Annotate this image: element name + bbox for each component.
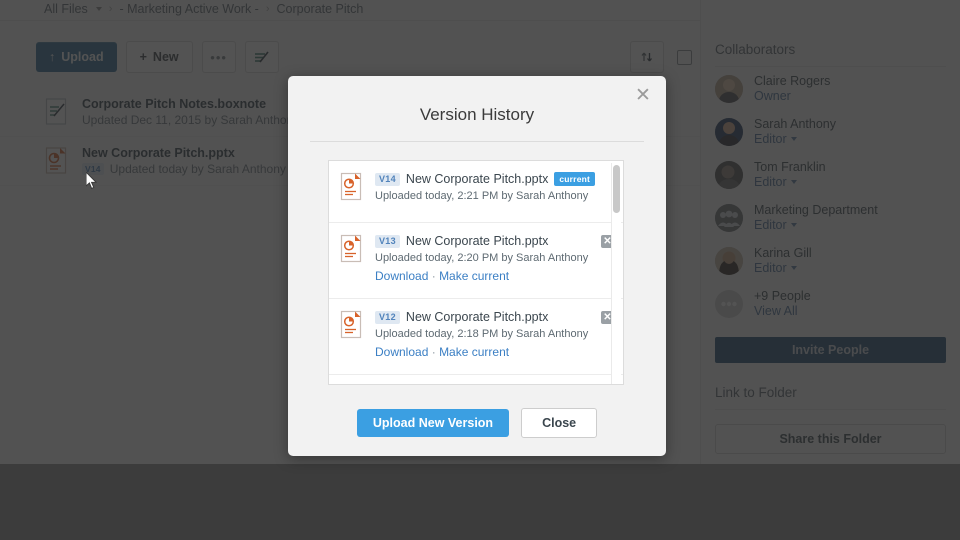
dialog-title-divider: [310, 141, 644, 142]
version-list-scrollbar-thumb[interactable]: [613, 165, 620, 213]
make-current-link[interactable]: Make current: [439, 345, 509, 359]
version-list-item[interactable]: V14 New Corporate Pitch.pptx current Upl…: [329, 161, 623, 223]
dialog-footer: Upload New Version Close: [288, 390, 666, 456]
version-badge: V14: [375, 172, 400, 186]
download-link[interactable]: Download: [375, 269, 428, 283]
version-headline: V14 New Corporate Pitch.pptx current: [375, 172, 613, 186]
close-button[interactable]: Close: [521, 408, 598, 438]
version-history-dialog: ✕ Version History V14 New Corporate Pitc…: [288, 76, 666, 456]
version-headline: V12 New Corporate Pitch.pptx: [375, 310, 613, 324]
mouse-cursor: [86, 172, 98, 190]
version-body: V14 New Corporate Pitch.pptx current Upl…: [375, 172, 613, 211]
version-headline: V13 New Corporate Pitch.pptx: [375, 234, 613, 248]
version-actions: Download · Make current: [375, 269, 613, 283]
powerpoint-file-icon: [339, 234, 365, 266]
version-uploaded-text: Uploaded today, 2:18 PM by Sarah Anthony: [375, 328, 589, 340]
version-list-item[interactable]: V13 New Corporate Pitch.pptx Uploaded to…: [329, 223, 623, 299]
action-separator: ·: [431, 345, 436, 359]
screen: All Files › - Marketing Active Work - › …: [0, 0, 960, 540]
version-body: V13 New Corporate Pitch.pptx Uploaded to…: [375, 234, 613, 287]
version-list[interactable]: V14 New Corporate Pitch.pptx current Upl…: [328, 160, 624, 385]
powerpoint-file-icon: [339, 310, 365, 342]
version-uploaded-text: Uploaded today, 2:21 PM by Sarah Anthony: [375, 190, 589, 202]
version-list-item-partial[interactable]: ✕: [329, 375, 623, 384]
current-badge: current: [554, 172, 596, 186]
bottom-band: [0, 464, 960, 540]
version-uploaded-text: Uploaded today, 2:20 PM by Sarah Anthony: [375, 252, 589, 264]
download-link[interactable]: Download: [375, 345, 428, 359]
version-badge: V12: [375, 310, 400, 324]
action-separator: ·: [431, 269, 436, 283]
version-file-name: New Corporate Pitch.pptx: [405, 172, 549, 186]
version-actions: Download · Make current: [375, 345, 613, 359]
powerpoint-file-icon: [339, 172, 365, 204]
make-current-link[interactable]: Make current: [439, 269, 509, 283]
close-icon[interactable]: ✕: [630, 82, 656, 108]
version-badge: V13: [375, 234, 400, 248]
version-file-name: New Corporate Pitch.pptx: [405, 234, 549, 248]
version-list-item[interactable]: V12 New Corporate Pitch.pptx Uploaded to…: [329, 299, 623, 375]
dialog-title: Version History: [419, 105, 535, 124]
version-file-name: New Corporate Pitch.pptx: [405, 310, 549, 324]
upload-new-version-button[interactable]: Upload New Version: [356, 409, 510, 437]
version-body: V12 New Corporate Pitch.pptx Uploaded to…: [375, 310, 613, 363]
